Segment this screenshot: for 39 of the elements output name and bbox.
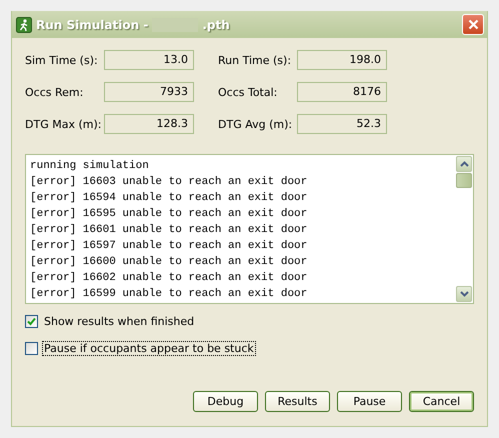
window-title: Run Simulation - xyxy=(36,18,148,32)
log-line: running simulation xyxy=(30,159,150,174)
log-line: [error] 16595 unable to reach an exit door xyxy=(30,207,308,222)
stat-label: Occs Rem: xyxy=(25,86,84,98)
log-line: [error] 16599 unable to reach an exit door xyxy=(30,287,308,302)
dialog-button[interactable]: Cancel xyxy=(409,391,474,412)
scrollbar[interactable] xyxy=(456,155,473,303)
scroll-down-button[interactable] xyxy=(456,286,472,302)
log-line: [error] 16600 unable to reach an exit door xyxy=(30,255,308,270)
dialog-button[interactable]: Pause xyxy=(337,391,402,412)
log-line: [error] 16601 unable to reach an exit door xyxy=(30,223,308,238)
dialog-button[interactable]: Debug xyxy=(193,391,258,412)
stat-value-field: 8176 xyxy=(297,82,387,102)
log-line: [error] 16602 unable to reach an exit door xyxy=(30,271,308,286)
scroll-thumb[interactable] xyxy=(456,173,472,188)
log-line: [error] 16594 unable to reach an exit door xyxy=(30,191,308,206)
stat-label: DTG Max (m): xyxy=(25,118,102,130)
stat-value-field: 13.0 xyxy=(104,50,194,70)
log-line: [error] 16603 unable to reach an exit door xyxy=(30,175,308,190)
window-title-suffix: .pth xyxy=(202,18,230,32)
stat-value-field: 128.3 xyxy=(104,114,194,134)
close-button[interactable] xyxy=(462,14,484,35)
stat-label: Run Time (s): xyxy=(218,54,292,66)
checkbox-label[interactable]: Pause if occupants appear to be stuck xyxy=(42,341,256,356)
dialog-button[interactable]: Results xyxy=(265,391,330,412)
scroll-up-button[interactable] xyxy=(456,156,472,172)
stat-label: Occs Total: xyxy=(218,86,278,98)
stat-value-field: 198.0 xyxy=(297,50,387,70)
stat-value-field: 7933 xyxy=(104,82,194,102)
stat-label: DTG Avg (m): xyxy=(218,118,294,130)
stat-label: Sim Time (s): xyxy=(25,54,99,66)
close-icon xyxy=(468,19,478,30)
log-line: [error] 16597 unable to reach an exit door xyxy=(30,239,308,254)
check-icon xyxy=(27,317,36,326)
stat-value-field: 52.3 xyxy=(297,114,387,134)
checkbox[interactable] xyxy=(25,315,38,328)
checkbox-label[interactable]: Show results when finished xyxy=(42,314,196,329)
checkbox[interactable] xyxy=(25,342,38,355)
running-figure-icon xyxy=(16,16,32,32)
